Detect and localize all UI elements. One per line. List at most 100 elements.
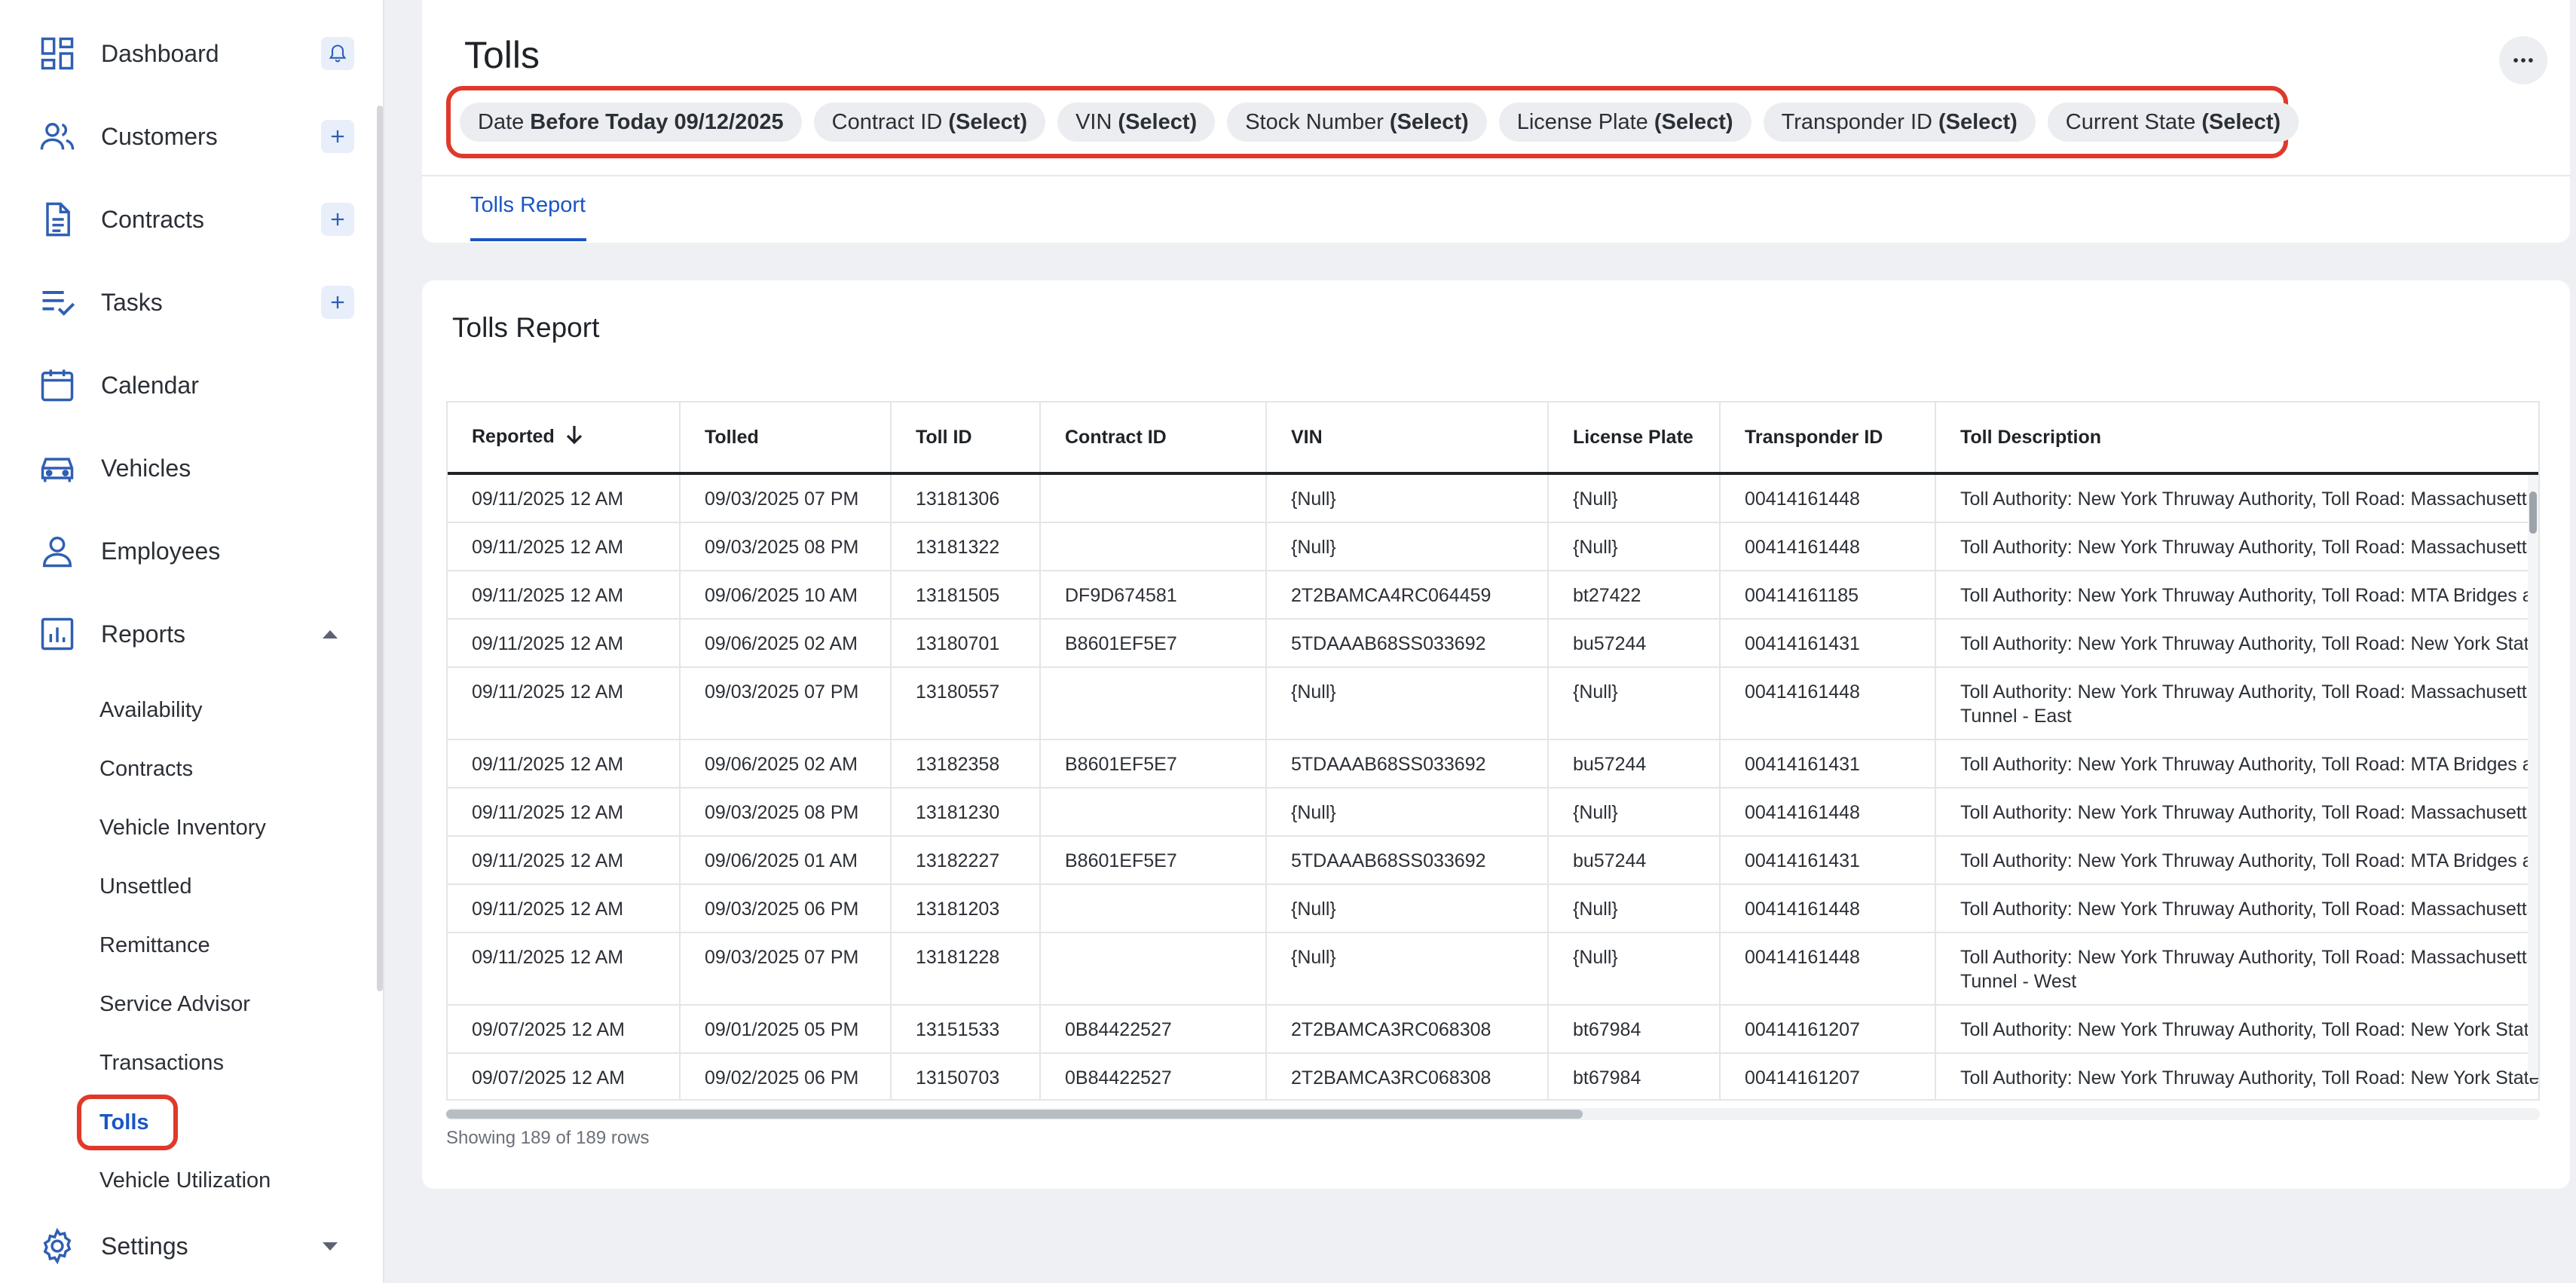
table-cell: 00414161448 <box>1720 473 1936 523</box>
sidebar-item-vehicles[interactable]: Vehicles <box>0 427 369 510</box>
column-header-tolled[interactable]: Tolled <box>680 403 892 475</box>
table-cell: 09/11/2025 12 AM <box>448 836 681 885</box>
table-cell: bt67984 <box>1548 1005 1721 1054</box>
filter-bar: Date Before Today 09/12/2025 Contract ID(… <box>460 103 2299 142</box>
table-cell: DF9D674581 <box>1040 571 1267 620</box>
table-cell: 5TDAAAB68SS033692 <box>1266 836 1549 885</box>
sidebar-item-reports[interactable]: Reports <box>0 593 369 675</box>
sidebar-subitem-availability[interactable]: Availability <box>99 687 202 733</box>
column-header-license-plate[interactable]: License Plate <box>1548 403 1721 475</box>
filter-chip-current-state[interactable]: Current State (Select) <box>2047 103 2299 142</box>
sidebar-item-customers[interactable]: Customers <box>0 95 369 178</box>
filter-chip-stock-number[interactable]: Stock Number (Select) <box>1227 103 1487 142</box>
sidebar-subitem-unsettled[interactable]: Unsettled <box>99 864 192 909</box>
sidebar-item-employees[interactable]: Employees <box>0 510 369 593</box>
filter-chip-contract-id[interactable]: Contract ID (Select) <box>813 103 1046 142</box>
table-cell: B8601EF5E7 <box>1040 739 1267 788</box>
chevron-down-icon[interactable] <box>323 1242 338 1251</box>
sidebar-item-label: Contracts <box>101 205 204 233</box>
column-header-toll-description[interactable]: Toll Description <box>1935 403 2538 475</box>
table-row[interactable]: 09/11/2025 12 AM 09/06/2025 02 AM 13182358… <box>448 739 2538 788</box>
table-cell: Toll Authority: New York Thruway Authori… <box>1935 739 2538 788</box>
sidebar-subitem-transactions[interactable]: Transactions <box>99 1040 224 1085</box>
filter-chip-date[interactable]: Date Before Today 09/12/2025 <box>460 103 802 142</box>
table-cell: 09/03/2025 06 PM <box>680 884 892 933</box>
car-icon <box>38 449 77 488</box>
column-header-vin[interactable]: VIN <box>1266 403 1549 475</box>
sidebar-item-settings[interactable]: Settings <box>0 1205 369 1283</box>
sidebar-item-calendar[interactable]: Calendar <box>0 344 369 427</box>
sidebar-subitem-remittance[interactable]: Remittance <box>99 923 210 968</box>
table-cell: 5TDAAAB68SS033692 <box>1266 739 1549 788</box>
table-row[interactable]: 09/11/2025 12 AM 09/06/2025 10 AM 13181505… <box>448 571 2538 620</box>
column-header-contract-id[interactable]: Contract ID <box>1040 403 1267 475</box>
table-cell: 09/11/2025 12 AM <box>448 473 681 523</box>
plus-icon[interactable] <box>321 120 354 153</box>
sidebar-item-dashboard[interactable]: Dashboard <box>0 12 369 95</box>
filter-value: Before Today 09/12/2025 <box>530 109 784 134</box>
filter-chip-vin[interactable]: VIN (Select) <box>1057 103 1216 142</box>
table-row[interactable]: 09/07/2025 12 AM 09/02/2025 06 PM 13150703… <box>448 1053 2538 1099</box>
table-row[interactable]: 09/11/2025 12 AM 09/03/2025 08 PM 13181322… <box>448 522 2538 571</box>
filter-chip-transponder-id[interactable]: Transponder ID (Select) <box>1763 103 2036 142</box>
column-header-reported[interactable]: Reported <box>448 403 681 475</box>
table-cell: 00414161431 <box>1720 619 1936 668</box>
table-cell: 5TDAAAB68SS033692 <box>1266 619 1549 668</box>
dashboard-icon <box>38 34 77 73</box>
table-cell: bt67984 <box>1548 1053 1721 1099</box>
sidebar-subitem-vehicle-inventory[interactable]: Vehicle Inventory <box>99 805 266 850</box>
plus-icon[interactable] <box>321 203 354 236</box>
table-cell: 0B84422527 <box>1040 1053 1267 1099</box>
filter-chip-license-plate[interactable]: License Plate (Select) <box>1498 103 1751 142</box>
filter-name: Stock Number <box>1245 109 1384 134</box>
chevron-up-icon[interactable] <box>323 629 338 638</box>
column-label: Reported <box>472 425 555 447</box>
plus-icon[interactable] <box>321 286 354 319</box>
tab-tolls-report[interactable]: Tolls Report <box>470 193 586 218</box>
sidebar-subitem-service-advisor[interactable]: Service Advisor <box>99 981 250 1027</box>
table-row[interactable]: 09/11/2025 12 AM 09/03/2025 08 PM 13181230… <box>448 788 2538 837</box>
sidebar-item-contracts[interactable]: Contracts <box>0 178 369 261</box>
table-cell: 09/11/2025 12 AM <box>448 884 681 933</box>
table-cell: 13181203 <box>891 884 1041 933</box>
table-cell: {Null} <box>1548 788 1721 837</box>
table-cell: {Null} <box>1548 667 1721 740</box>
bell-icon[interactable] <box>321 37 354 70</box>
table-cell: bu57244 <box>1548 739 1721 788</box>
table-cell: 00414161448 <box>1720 884 1936 933</box>
table-row[interactable]: 09/11/2025 12 AM 09/03/2025 06 PM 13181203… <box>448 884 2538 933</box>
column-header-transponder-id[interactable]: Transponder ID <box>1720 403 1936 475</box>
column-header-toll-id[interactable]: Toll ID <box>891 403 1041 475</box>
ellipsis-icon <box>2513 58 2533 63</box>
scrollbar-thumb[interactable] <box>2529 491 2537 534</box>
sidebar-subitem-contracts[interactable]: Contracts <box>99 746 193 792</box>
table-cell: Toll Authority: New York Thruway Authori… <box>1935 619 2538 668</box>
table-row[interactable]: 09/11/2025 12 AM 09/03/2025 07 PM 13181306… <box>448 473 2538 523</box>
table-cell: 09/03/2025 07 PM <box>680 667 892 740</box>
table-row[interactable]: 09/07/2025 12 AM 09/01/2025 05 PM 13151533… <box>448 1005 2538 1054</box>
table-cell: Toll Authority: New York Thruway Authori… <box>1935 522 2538 571</box>
calendar-icon <box>38 366 77 405</box>
sidebar-scrollbar[interactable] <box>377 106 383 991</box>
more-options-button[interactable] <box>2499 36 2547 84</box>
table-cell: 13181228 <box>891 932 1041 1006</box>
table-vertical-scrollbar[interactable] <box>2528 475 2538 1078</box>
filter-value: (Select) <box>2201 109 2281 134</box>
table-horizontal-scrollbar[interactable] <box>446 1108 2540 1120</box>
table-cell: 0B84422527 <box>1040 1005 1267 1054</box>
table-cell: {Null} <box>1266 932 1549 1006</box>
table-cell: 2T2BAMCA4RC064459 <box>1266 571 1549 620</box>
filter-name: License Plate <box>1516 109 1648 134</box>
table-row[interactable]: 09/11/2025 12 AM 09/06/2025 02 AM 13180701… <box>448 619 2538 668</box>
table-cell: 00414161431 <box>1720 836 1936 885</box>
filter-value: (Select) <box>1118 109 1198 134</box>
table-row[interactable]: 09/11/2025 12 AM 09/03/2025 07 PM 13181228… <box>448 932 2538 1006</box>
table-cell: 09/07/2025 12 AM <box>448 1053 681 1099</box>
table-cell: 13181322 <box>891 522 1041 571</box>
sidebar-subitem-vehicle-utilization[interactable]: Vehicle Utilization <box>99 1158 271 1203</box>
table-row[interactable]: 09/11/2025 12 AM 09/06/2025 01 AM 13182227… <box>448 836 2538 885</box>
scrollbar-thumb[interactable] <box>446 1110 1583 1119</box>
table-row[interactable]: 09/11/2025 12 AM 09/03/2025 07 PM 13180557… <box>448 667 2538 740</box>
sidebar: Dashboard Customers Contracts Tasks Cale… <box>0 0 384 1283</box>
sidebar-item-tasks[interactable]: Tasks <box>0 261 369 344</box>
